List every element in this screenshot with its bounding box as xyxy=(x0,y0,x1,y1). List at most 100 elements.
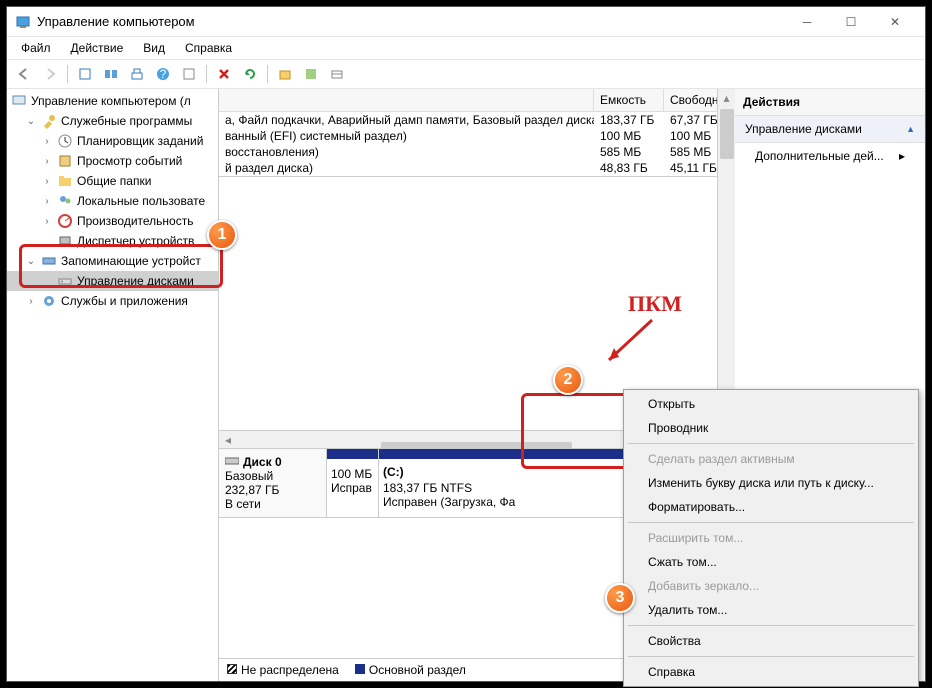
badge-2: 2 xyxy=(553,365,583,395)
legend-unalloc: Не распределена xyxy=(227,663,339,677)
tree-eventviewer[interactable]: ›Просмотр событий xyxy=(7,151,218,171)
tree-label: Запоминающие устройст xyxy=(61,254,201,268)
tree-device[interactable]: Диспетчер устройств xyxy=(7,231,218,251)
disk-icon xyxy=(225,455,239,469)
tree-diskmgmt[interactable]: Управление дисками xyxy=(7,271,218,291)
legend-primary: Основной раздел xyxy=(355,663,466,677)
tb-icon-1[interactable] xyxy=(74,63,96,85)
storage-icon xyxy=(41,253,57,269)
badge-3: 3 xyxy=(605,583,635,613)
titlebar: Управление компьютером ─ ☐ ✕ xyxy=(7,7,925,37)
context-menu: Открыть Проводник Сделать раздел активны… xyxy=(623,389,919,687)
collapse-icon: ▲ xyxy=(906,124,915,134)
tree-label: Общие папки xyxy=(77,174,151,188)
ctx-shrink[interactable]: Сжать том... xyxy=(626,550,916,574)
perf-icon xyxy=(57,213,73,229)
ctx-extend: Расширить том... xyxy=(626,526,916,550)
scroll-thumb[interactable] xyxy=(720,109,734,159)
ctx-mirror: Добавить зеркало... xyxy=(626,574,916,598)
disk-status: В сети xyxy=(225,497,320,511)
tree-label: Планировщик заданий xyxy=(77,134,203,148)
menu-help[interactable]: Справка xyxy=(177,39,240,57)
tree-performance[interactable]: ›Производительность xyxy=(7,211,218,231)
device-icon xyxy=(57,233,73,249)
tree-sharedfolders[interactable]: ›Общие папки xyxy=(7,171,218,191)
users-icon xyxy=(57,193,73,209)
menu-action[interactable]: Действие xyxy=(63,39,132,57)
tb-icon-2[interactable] xyxy=(100,63,122,85)
annotation-arrow-icon xyxy=(597,315,667,375)
back-button[interactable] xyxy=(13,63,35,85)
annotation-pkm: ПКМ xyxy=(628,291,682,317)
tree-root[interactable]: Управление компьютером (л xyxy=(7,91,218,111)
partition-efi[interactable]: 100 МБ Исправ xyxy=(327,449,379,517)
tb-icon-4[interactable] xyxy=(178,63,200,85)
disk-name: Диск 0 xyxy=(243,455,282,469)
minimize-button[interactable]: ─ xyxy=(785,8,829,36)
disk-size: 232,87 ГБ xyxy=(225,483,320,497)
tree-label: Службы и приложения xyxy=(61,294,188,308)
menubar: Файл Действие Вид Справка xyxy=(7,37,925,60)
actions-diskmgmt[interactable]: Управление дисками▲ xyxy=(735,116,925,143)
toolbar: ? xyxy=(7,60,925,89)
col-desc[interactable] xyxy=(219,89,594,111)
tb-icon-3[interactable] xyxy=(126,63,148,85)
badge-1: 1 xyxy=(207,220,237,250)
disk-type: Базовый xyxy=(225,469,320,483)
tree-label: Просмотр событий xyxy=(77,154,182,168)
close-button[interactable]: ✕ xyxy=(873,8,917,36)
tools-icon xyxy=(41,113,57,129)
tb-delete-icon[interactable] xyxy=(213,63,235,85)
scroll-up-icon[interactable]: ▴ xyxy=(718,89,736,107)
scroll-left-icon[interactable]: ◂ xyxy=(219,431,237,449)
ctx-help[interactable]: Справка xyxy=(626,660,916,684)
ctx-changeletter[interactable]: Изменить букву диска или путь к диску... xyxy=(626,471,916,495)
volume-row[interactable]: й раздел диска)48,83 ГБ45,11 ГБ xyxy=(219,160,734,176)
tb-refresh-icon[interactable] xyxy=(239,63,261,85)
tb-help-icon[interactable]: ? xyxy=(152,63,174,85)
menu-file[interactable]: Файл xyxy=(13,39,59,57)
tree-label: Управление дисками xyxy=(77,274,194,288)
window-title: Управление компьютером xyxy=(37,14,785,29)
event-icon xyxy=(57,153,73,169)
partition-c[interactable]: (C:) 183,37 ГБ NTFS Исправен (Загрузка, … xyxy=(379,449,624,517)
tb-icon-5[interactable] xyxy=(274,63,296,85)
ctx-explorer[interactable]: Проводник xyxy=(626,416,916,440)
volume-row[interactable]: а, Файл подкачки, Аварийный дамп памяти,… xyxy=(219,112,734,128)
folder-icon xyxy=(57,173,73,189)
actions-title: Действия xyxy=(735,89,925,116)
volume-row[interactable]: ванный (EFI) системный раздел)100 МБ100 … xyxy=(219,128,734,144)
tree-localusers[interactable]: ›Локальные пользовате xyxy=(7,191,218,211)
tree-services-tools[interactable]: ⌄ Служебные программы xyxy=(7,111,218,131)
window: Управление компьютером ─ ☐ ✕ Файл Действ… xyxy=(6,6,926,682)
forward-button[interactable] xyxy=(39,63,61,85)
actions-more[interactable]: Дополнительные дей...▸ xyxy=(735,143,925,169)
tree-scheduler[interactable]: ›Планировщик заданий xyxy=(7,131,218,151)
svg-text:?: ? xyxy=(160,67,167,81)
chevron-right-icon: ▸ xyxy=(899,149,905,163)
tree-label: Локальные пользовате xyxy=(77,194,205,208)
computer-icon xyxy=(11,93,27,109)
tb-icon-7[interactable] xyxy=(326,63,348,85)
col-capacity[interactable]: Емкость xyxy=(594,89,664,111)
ctx-properties[interactable]: Свойства xyxy=(626,629,916,653)
nav-tree[interactable]: Управление компьютером (л ⌄ Служебные пр… xyxy=(7,89,219,681)
ctx-open[interactable]: Открыть xyxy=(626,392,916,416)
ctx-delete[interactable]: Удалить том... xyxy=(626,598,916,622)
volume-row[interactable]: восстановления)585 МБ585 МБ xyxy=(219,144,734,160)
tree-storage[interactable]: ⌄Запоминающие устройст xyxy=(7,251,218,271)
window-buttons: ─ ☐ ✕ xyxy=(785,8,917,36)
tb-icon-6[interactable] xyxy=(300,63,322,85)
tree-label: Производительность xyxy=(77,214,193,228)
tree-servicesapps[interactable]: ›Службы и приложения xyxy=(7,291,218,311)
clock-icon xyxy=(57,133,73,149)
disk-info[interactable]: Диск 0 Базовый 232,87 ГБ В сети xyxy=(219,449,327,517)
ctx-format[interactable]: Форматировать... xyxy=(626,495,916,519)
app-icon xyxy=(15,14,31,30)
volume-list[interactable]: Емкость Свободно а, Файл подкачки, Авари… xyxy=(219,89,734,177)
maximize-button[interactable]: ☐ xyxy=(829,8,873,36)
menu-view[interactable]: Вид xyxy=(135,39,173,57)
volume-header: Емкость Свободно xyxy=(219,89,734,112)
tree-label: Служебные программы xyxy=(61,114,192,128)
ctx-active: Сделать раздел активным xyxy=(626,447,916,471)
